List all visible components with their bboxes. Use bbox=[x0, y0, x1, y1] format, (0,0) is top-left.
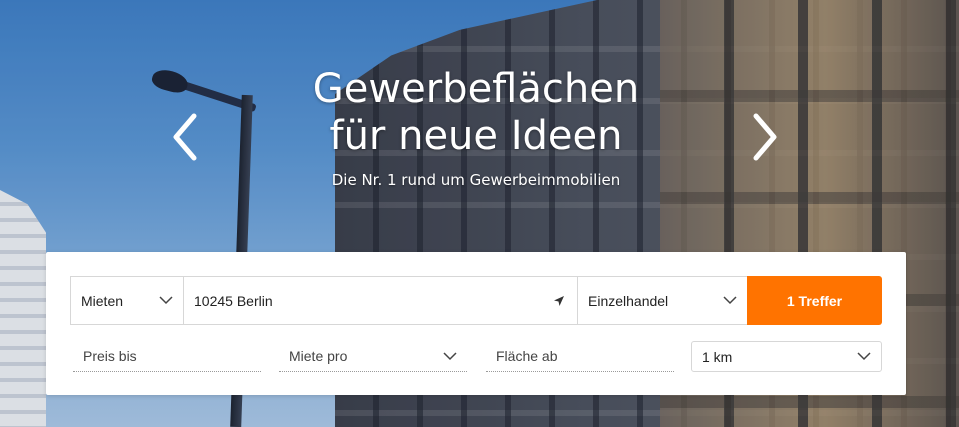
carousel-prev-button[interactable] bbox=[168, 112, 204, 162]
transaction-type-select[interactable]: Mieten bbox=[70, 276, 184, 325]
rent-per-select[interactable]: Miete pro bbox=[279, 341, 467, 372]
price-max-input[interactable]: Preis bis bbox=[73, 341, 261, 372]
chevron-left-icon bbox=[173, 113, 197, 161]
search-filter-row: Preis bis Miete pro Fläche ab 1 km bbox=[70, 341, 882, 373]
location-arrow-icon[interactable] bbox=[553, 295, 565, 307]
rent-per-placeholder: Miete pro bbox=[289, 348, 348, 364]
chevron-down-icon bbox=[857, 352, 871, 361]
radius-value: 1 km bbox=[702, 348, 733, 365]
property-type-select[interactable]: Einzelhandel bbox=[577, 276, 748, 325]
search-main-row: Mieten 10245 Berlin Einzelhandel 1 Treff… bbox=[70, 276, 882, 325]
transaction-type-value: Mieten bbox=[81, 292, 124, 309]
search-panel: Mieten 10245 Berlin Einzelhandel 1 Treff… bbox=[46, 252, 906, 395]
chevron-down-icon bbox=[159, 296, 173, 305]
hero-subtitle: Die Nr. 1 rund um Gewerbeimmobilien bbox=[331, 171, 621, 189]
hero-title-line2: für neue Ideen bbox=[329, 113, 623, 159]
price-max-placeholder: Preis bis bbox=[83, 348, 137, 364]
chevron-down-icon bbox=[723, 296, 737, 305]
chevron-right-icon bbox=[753, 113, 777, 161]
hero-title-line1: Gewerbeflächen bbox=[312, 66, 640, 112]
area-min-placeholder: Fläche ab bbox=[496, 348, 558, 364]
radius-select[interactable]: 1 km bbox=[691, 341, 882, 372]
carousel-next-button[interactable] bbox=[746, 112, 782, 162]
hero-title: Gewerbeflächen für neue Ideen bbox=[200, 66, 752, 160]
area-min-input[interactable]: Fläche ab bbox=[486, 341, 674, 372]
location-value: 10245 Berlin bbox=[194, 292, 273, 309]
property-type-value: Einzelhandel bbox=[588, 292, 669, 309]
chevron-down-icon bbox=[443, 351, 457, 361]
search-submit-button[interactable]: 1 Treffer bbox=[747, 276, 882, 325]
location-input[interactable]: 10245 Berlin bbox=[183, 276, 578, 325]
